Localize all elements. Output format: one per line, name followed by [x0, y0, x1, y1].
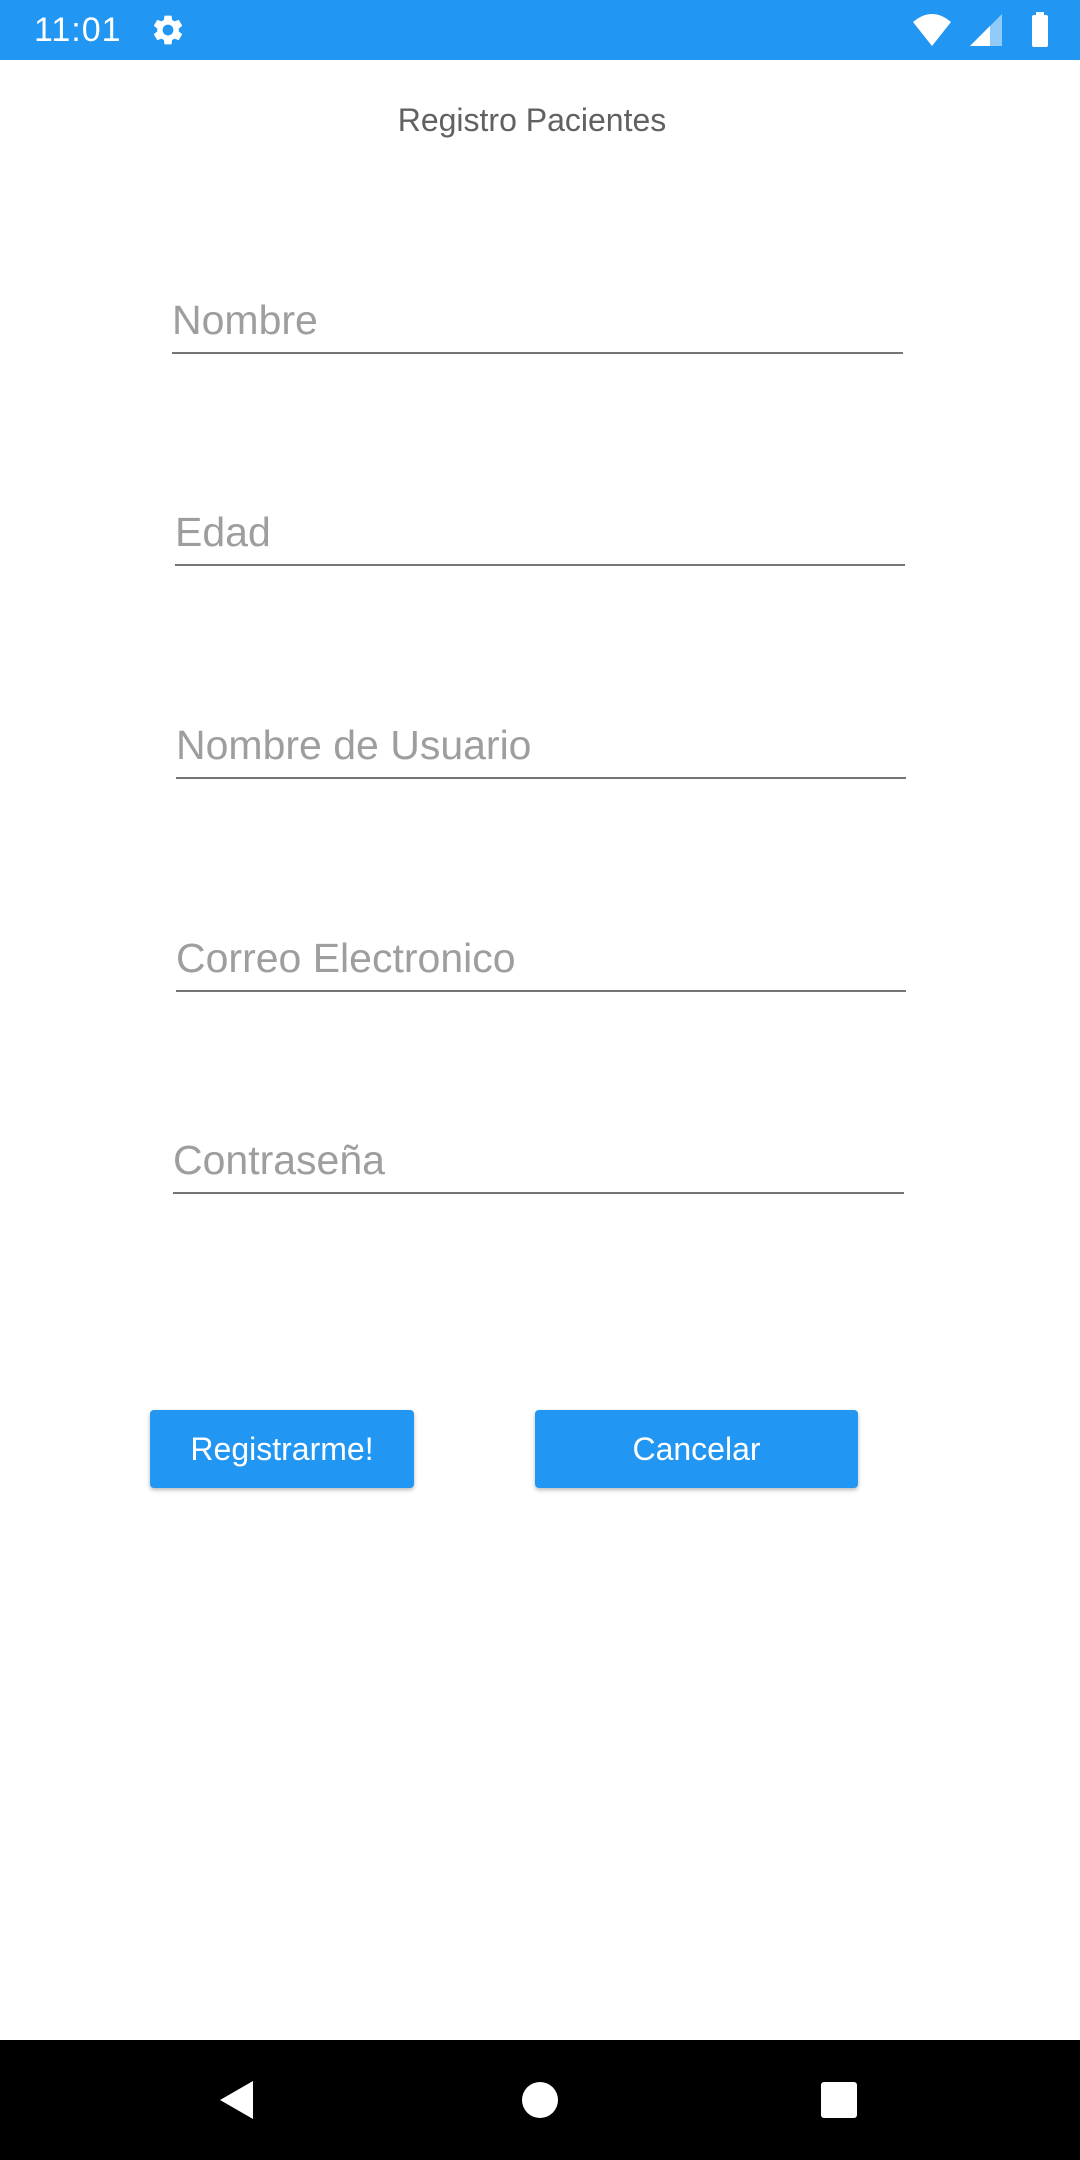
signal-icon	[970, 14, 1002, 46]
nombre-field[interactable]	[172, 288, 903, 354]
cancel-button[interactable]: Cancelar	[535, 1410, 858, 1488]
gear-icon	[153, 15, 183, 45]
recents-button[interactable]	[779, 2040, 899, 2160]
username-field[interactable]	[176, 713, 906, 779]
home-button[interactable]	[480, 2040, 600, 2160]
register-button[interactable]: Registrarme!	[150, 1410, 414, 1488]
recents-icon	[821, 2082, 857, 2118]
home-icon	[522, 2082, 558, 2118]
email-field[interactable]	[176, 926, 906, 992]
username-input[interactable]	[176, 722, 906, 769]
wifi-icon	[913, 14, 951, 46]
password-field[interactable]	[173, 1128, 904, 1194]
status-bar: 11:01	[0, 0, 1080, 60]
nombre-input[interactable]	[172, 297, 903, 344]
email-input[interactable]	[176, 935, 906, 982]
back-button[interactable]	[177, 2040, 297, 2160]
edad-input[interactable]	[175, 509, 905, 556]
edad-field[interactable]	[175, 500, 905, 566]
password-input[interactable]	[173, 1137, 904, 1184]
status-time: 11:01	[34, 11, 122, 49]
page-title: Registro Pacientes	[397, 102, 667, 138]
back-icon	[220, 2081, 253, 2119]
navigation-bar	[0, 2040, 1080, 2160]
battery-icon	[1032, 12, 1048, 47]
